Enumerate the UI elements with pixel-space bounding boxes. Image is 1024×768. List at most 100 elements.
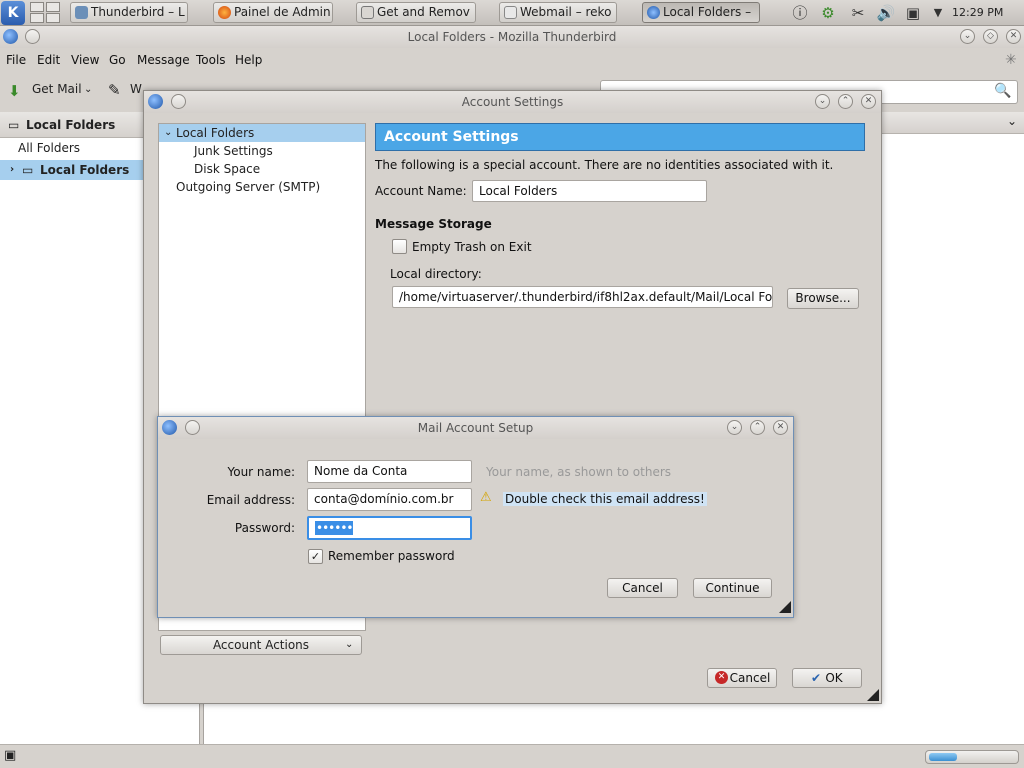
your-name-hint: Your name, as shown to others [486,465,672,479]
update-gear-icon[interactable]: ⚙ [818,3,838,23]
setup-cancel-button[interactable]: Cancel [607,578,678,598]
info-icon[interactable]: ⓘ [790,3,810,23]
minimize-button[interactable]: ⌄ [815,94,830,109]
ok-button[interactable]: ✔ OK [792,668,862,688]
menu-file[interactable]: File [6,53,26,67]
mail-setup-title: Mail Account Setup [417,421,534,435]
menu-edit[interactable]: Edit [37,53,60,67]
account-name-label: Account Name: [375,184,467,198]
pager-desktop-2[interactable] [46,2,60,12]
volume-icon[interactable]: 🔊 [876,3,896,23]
your-name-label: Your name: [227,465,295,479]
column-picker-icon[interactable]: ⌄ [1007,114,1017,128]
minimize-button[interactable]: ⌄ [727,420,742,435]
get-mail-icon: ⬇ [8,82,21,100]
account-name-input[interactable]: Local Folders [472,180,707,202]
pager-desktop-4[interactable] [46,13,60,23]
document-icon [361,6,374,19]
main-window-title: Local Folders - Mozilla Thunderbird [407,30,617,44]
clock[interactable]: 12:29 PM [952,6,1003,19]
progress-fill [929,753,957,761]
scissors-icon[interactable]: ✂ [848,3,868,23]
panel-title: Account Settings [375,123,865,151]
tree-item-outgoing-server[interactable]: Outgoing Server (SMTP) [159,178,365,196]
empty-trash-checkbox[interactable] [392,239,407,254]
close-button[interactable]: ✕ [1006,29,1021,44]
maximize-button[interactable]: ⌃ [750,420,765,435]
window-menu-button[interactable] [25,29,40,44]
firefox-icon [218,6,231,19]
write-icon: ✎ [108,81,121,99]
computer-icon: ▭ [22,163,34,177]
task-get-and-remove[interactable]: Get and Remov [356,2,476,23]
account-actions-button[interactable]: Account Actions ⌄ [160,635,362,655]
menu-message[interactable]: Message [137,53,190,67]
continue-button[interactable]: Continue [693,578,772,598]
cancel-icon: ✕ [715,671,728,684]
get-mail-dropdown-icon[interactable]: ⌄ [84,84,92,95]
tree-item-local-folders[interactable]: ⌄ Local Folders [159,124,365,142]
get-mail-button[interactable]: Get Mail [32,82,82,96]
thunderbird-icon [647,6,660,19]
status-bar: ▣ [0,744,1024,768]
task-thunderbird[interactable]: Thunderbird – L [70,2,188,23]
menu-help[interactable]: Help [235,53,262,67]
offline-status-icon[interactable]: ▣ [4,748,16,763]
window-menu-button[interactable] [171,94,186,109]
window-icon [75,6,88,19]
collapse-arrow-icon[interactable]: ⌄ [164,124,172,142]
minimize-button[interactable]: ⌄ [960,29,975,44]
thunderbird-app-icon[interactable] [162,420,177,435]
email-address-label: Email address: [206,493,295,507]
your-name-input[interactable]: Nome da Conta [307,460,472,483]
ok-check-icon: ✔ [811,671,822,685]
tray-expand-icon[interactable]: ▼ [928,3,948,23]
task-local-folders[interactable]: Local Folders – [642,2,760,23]
email-address-input[interactable]: conta@domínio.com.br [307,488,472,511]
window-menu-button[interactable] [185,420,200,435]
menu-view[interactable]: View [71,53,99,67]
pager-desktop-3[interactable] [30,13,44,23]
local-directory-input[interactable]: /home/virtuaserver/.thunderbird/if8hl2ax… [392,286,773,308]
thunderbird-app-icon[interactable] [3,29,18,44]
expand-arrow-icon[interactable]: › [10,160,14,180]
taskbar: K Thunderbird – L Painel de Admin Get an… [0,0,1024,26]
warning-icon: ⚠ [480,490,492,505]
remember-password-checkbox[interactable]: ✓ [308,549,323,564]
tree-item-disk-space[interactable]: Disk Space [159,160,365,178]
password-label: Password: [234,521,295,535]
menu-tools[interactable]: Tools [196,53,226,67]
device-notifier-icon[interactable]: ▣ [903,3,923,23]
binoculars-icon[interactable]: 🔍 [994,83,1011,99]
remember-password-label[interactable]: Remember password [328,549,455,563]
mail-account-setup-dialog: Mail Account Setup ⌄ ⌃ ✕ Your name: Nome… [157,416,794,618]
password-input[interactable]: •••••• [307,516,472,540]
account-settings-title: Account Settings [461,95,564,109]
close-button[interactable]: ✕ [773,420,788,435]
tree-item-junk-settings[interactable]: Junk Settings [159,142,365,160]
progress-bar [925,750,1019,764]
task-webmail[interactable]: Webmail – reko [499,2,617,23]
maximize-button[interactable]: ◇ [983,29,998,44]
write-button[interactable]: Write [130,82,142,96]
pager-desktop-1[interactable] [30,2,44,12]
task-painel-admin[interactable]: Painel de Admin [213,2,333,23]
empty-trash-label[interactable]: Empty Trash on Exit [412,240,532,254]
local-directory-label: Local directory: [390,267,482,281]
thunderbird-app-icon[interactable] [148,94,163,109]
browse-button[interactable]: Browse... [787,288,859,309]
mail-setup-titlebar: Mail Account Setup ⌄ ⌃ ✕ [158,417,793,439]
main-window-titlebar: Local Folders - Mozilla Thunderbird ⌄ ◇ … [0,26,1024,48]
dropdown-arrow-icon: ⌄ [345,639,354,650]
kde-menu-icon[interactable]: K [1,1,25,25]
menu-go[interactable]: Go [109,53,126,67]
resize-grip[interactable] [779,601,791,613]
cancel-button[interactable]: ✕ Cancel [707,668,777,688]
close-button[interactable]: ✕ [861,94,876,109]
email-warning: Double check this email address! [503,492,707,506]
activity-spinner-icon: ✳ [1005,52,1017,68]
resize-grip[interactable] [867,689,879,701]
maximize-button[interactable]: ⌃ [838,94,853,109]
computer-icon: ▭ [8,118,20,132]
account-settings-titlebar: Account Settings ⌄ ⌃ ✕ [144,91,881,113]
